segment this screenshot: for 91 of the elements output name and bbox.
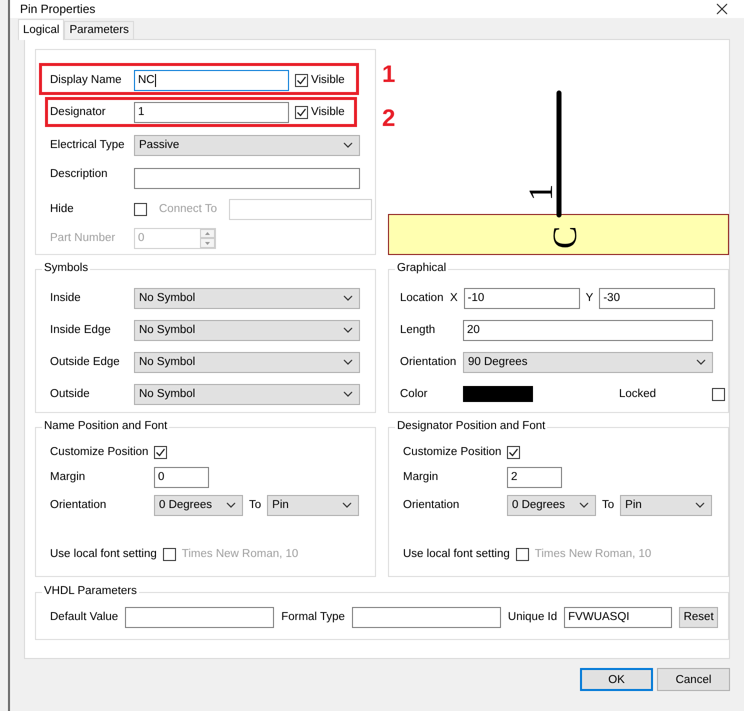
- close-icon[interactable]: [716, 3, 728, 15]
- field-label: Description: [50, 168, 109, 180]
- field-label: Outside: [50, 388, 91, 400]
- field-label: Part Number: [50, 232, 116, 244]
- dropdown[interactable]: Pin: [267, 494, 360, 516]
- annotation-number: 1: [382, 63, 396, 87]
- field-label: Margin: [50, 471, 86, 483]
- caret-icon: [342, 502, 352, 508]
- field-label: Unique Id: [508, 611, 558, 623]
- field-label: Designator: [50, 106, 107, 118]
- pin-designator: 1: [523, 184, 560, 201]
- annotation-number: 2: [382, 107, 396, 131]
- field-label: Orientation: [400, 356, 457, 368]
- input-field[interactable]: -30: [599, 288, 716, 308]
- caret-icon: [695, 502, 706, 508]
- field-label: Customize Position: [50, 446, 148, 458]
- dropdown[interactable]: 0 Degrees: [154, 494, 243, 516]
- pin-name: C: [547, 226, 584, 249]
- field-label: Use local font setting: [50, 548, 157, 560]
- checkbox[interactable]: [712, 388, 725, 400]
- field-label: Display Name: [50, 74, 123, 86]
- field-label: Customize Position: [403, 446, 502, 458]
- field-label: X: [450, 292, 458, 304]
- field-label: Location: [400, 292, 444, 304]
- field-label: Locked: [619, 388, 658, 400]
- group-title: Symbols: [42, 262, 90, 274]
- group-title: Graphical: [395, 262, 448, 274]
- field-label: Default Value: [50, 611, 118, 623]
- checkbox-label: Visible: [311, 106, 345, 118]
- input-field[interactable]: 1: [134, 102, 289, 122]
- field-label: To: [602, 499, 614, 511]
- caret-icon: [696, 359, 706, 365]
- checkbox[interactable]: [516, 548, 529, 560]
- input-field[interactable]: [125, 606, 274, 628]
- checkbox[interactable]: [295, 106, 308, 118]
- field-label: Length: [400, 324, 436, 336]
- dropdown[interactable]: No Symbol: [134, 352, 360, 372]
- input-field[interactable]: 20: [463, 320, 713, 340]
- checkbox[interactable]: [134, 202, 147, 216]
- field-label: Orientation: [50, 499, 108, 511]
- caret-icon: [343, 359, 353, 365]
- dropdown[interactable]: 0 Degrees: [507, 494, 596, 516]
- field-label: Times New Roman, 10: [534, 548, 652, 560]
- input-field[interactable]: [134, 168, 360, 189]
- dropdown[interactable]: No Symbol: [134, 288, 360, 308]
- color-swatch[interactable]: [463, 386, 533, 402]
- checkbox[interactable]: [154, 446, 168, 458]
- input-field[interactable]: -10: [464, 288, 580, 308]
- field-label: Times New Roman, 10: [182, 548, 298, 560]
- caret-icon: [343, 295, 353, 301]
- checkbox[interactable]: [507, 446, 520, 458]
- field-label: To: [249, 499, 262, 511]
- field-label: Inside: [50, 292, 82, 304]
- input-field[interactable]: FVWUASQI: [564, 606, 672, 628]
- group-title: Name Position and Font: [42, 420, 170, 432]
- field-label: Use local font setting: [403, 548, 510, 560]
- caret-icon: [226, 502, 236, 508]
- field-label: Outside Edge: [50, 356, 121, 368]
- dialog-button[interactable]: Cancel: [657, 668, 730, 691]
- checkbox-label: Visible: [311, 74, 345, 86]
- field-label: Inside Edge: [50, 324, 112, 336]
- caret-icon: [343, 327, 353, 333]
- dropdown[interactable]: 90 Degrees: [463, 352, 713, 372]
- window-title: Pin Properties: [20, 2, 96, 16]
- group-title: Designator Position and Font: [395, 420, 548, 432]
- field-label: Electrical Type: [50, 139, 126, 151]
- field-label: Connect To: [159, 203, 218, 215]
- field-label: Hide: [50, 203, 75, 215]
- checkbox[interactable]: [295, 74, 308, 86]
- input-field[interactable]: 2: [507, 466, 562, 488]
- reset-button[interactable]: Reset: [679, 606, 718, 628]
- tab[interactable]: Parameters: [64, 21, 134, 39]
- dialog-button[interactable]: OK: [580, 668, 653, 691]
- dropdown[interactable]: Passive: [134, 134, 360, 156]
- tab[interactable]: Logical: [18, 19, 64, 40]
- input-field[interactable]: NC: [134, 70, 289, 90]
- dropdown[interactable]: Pin: [620, 494, 712, 516]
- checkbox[interactable]: [162, 548, 176, 560]
- field-label: Y: [586, 292, 594, 304]
- dropdown[interactable]: No Symbol: [134, 320, 360, 340]
- input-field[interactable]: [352, 606, 501, 628]
- field-label: Formal Type: [281, 611, 345, 623]
- caret-icon: [579, 502, 589, 508]
- group-title: VHDL Parameters: [42, 585, 139, 597]
- input-field[interactable]: 0: [154, 466, 209, 488]
- caret-icon: [343, 391, 353, 397]
- field-label: Margin: [403, 471, 440, 483]
- field-label: Orientation: [403, 499, 460, 511]
- dropdown[interactable]: No Symbol: [134, 384, 360, 404]
- caret-icon: [343, 142, 353, 148]
- field-label: Color: [400, 388, 428, 400]
